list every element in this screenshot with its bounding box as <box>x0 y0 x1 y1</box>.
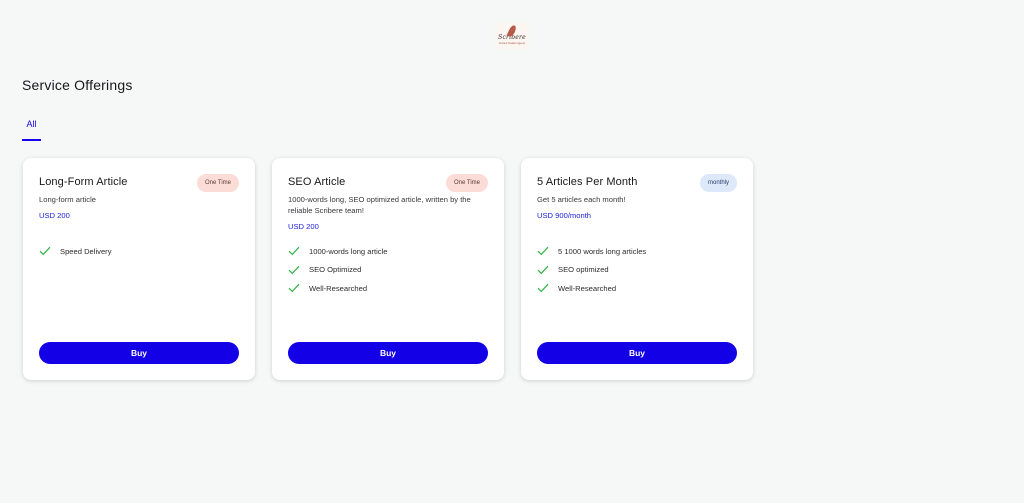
feature-item: SEO Optimized <box>288 261 388 280</box>
tab-all[interactable]: All <box>22 119 41 141</box>
card-description: Long-form article <box>39 195 96 204</box>
feature-item: 1000-words long article <box>288 242 388 261</box>
check-icon <box>537 247 549 256</box>
feature-label: SEO optimized <box>558 265 609 275</box>
check-icon <box>288 247 300 256</box>
feature-item: Well-Researched <box>288 279 388 298</box>
feature-label: SEO Optimized <box>309 265 362 275</box>
feature-label: Speed Delivery <box>60 246 112 256</box>
page-title: Service Offerings <box>22 77 133 93</box>
billing-badge: monthly <box>699 174 737 192</box>
feature-label: Well-Researched <box>558 283 617 293</box>
card-description: 1000-words long, SEO optimized article, … <box>288 195 471 215</box>
buy-button[interactable]: Buy <box>537 342 737 364</box>
card-price: USD 200 <box>288 222 319 231</box>
card-title: 5 Articles Per Month <box>537 176 638 188</box>
feature-item: 5 1000 words long articles <box>537 242 646 261</box>
feature-label: Well-Researched <box>309 283 368 293</box>
check-icon <box>288 284 300 293</box>
buy-button[interactable]: Buy <box>288 342 488 364</box>
feature-list: 1000-words long article SEO Optimized We… <box>288 242 388 298</box>
feature-list: 5 1000 words long articles SEO optimized… <box>537 242 646 298</box>
brand-logo[interactable]: Scribere Content Creative Agency <box>495 23 529 49</box>
service-card-long-form-article: Long-Form Article One Time Long-form art… <box>23 158 255 380</box>
logo-tagline: Content Creative Agency <box>498 41 526 45</box>
feature-label: 5 1000 words long articles <box>558 246 647 256</box>
billing-badge: One Time <box>445 174 488 192</box>
tab-bar: All <box>22 114 41 141</box>
check-icon <box>288 265 300 275</box>
feature-item: SEO optimized <box>537 261 646 280</box>
check-icon <box>537 284 549 293</box>
service-card-5-articles-per-month: 5 Articles Per Month monthly Get 5 artic… <box>521 158 753 380</box>
feature-label: 1000-words long article <box>309 246 388 256</box>
feature-item: Speed Delivery <box>39 242 112 261</box>
billing-badge: One Time <box>196 174 239 192</box>
service-card-seo-article: SEO Article One Time 1000-words long, SE… <box>272 158 504 380</box>
check-icon <box>537 265 549 275</box>
card-title: SEO Article <box>288 176 346 188</box>
check-icon <box>39 247 51 256</box>
card-price: USD 900/month <box>537 211 592 220</box>
buy-button[interactable]: Buy <box>39 342 239 364</box>
card-price: USD 200 <box>39 211 70 220</box>
card-description: Get 5 articles each month! <box>537 195 626 204</box>
card-title: Long-Form Article <box>39 176 128 188</box>
feature-item: Well-Researched <box>537 279 646 298</box>
feature-list: Speed Delivery <box>39 242 112 261</box>
